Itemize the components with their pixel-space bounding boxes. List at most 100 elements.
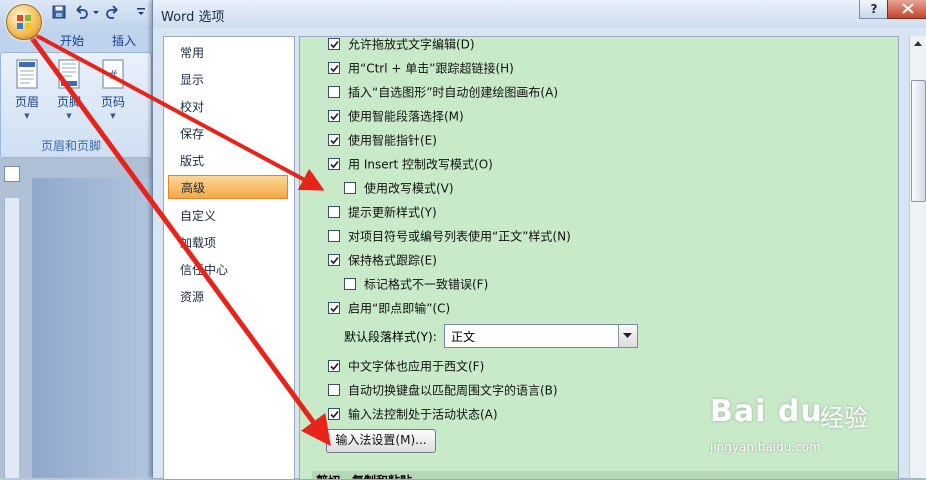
check-icon [330, 64, 339, 72]
scroll-up-button[interactable] [910, 36, 926, 52]
nav-item[interactable]: 校对 [168, 95, 288, 119]
chevron-down-icon: ▼ [24, 112, 30, 120]
option-label: 保持格式跟踪(E) [348, 253, 437, 268]
nav-item[interactable]: 常用 [168, 41, 288, 65]
baidu-jingyan-watermark: Bai du 经验 jingyan.baidu.com [700, 374, 900, 474]
page-number-button[interactable]: # 页码 ▼ [93, 59, 133, 125]
option-row[interactable]: 保持格式跟踪(E) [328, 250, 437, 270]
default-paragraph-style-value: 正文 [451, 330, 476, 344]
nav-item[interactable]: 信任中心 [168, 258, 288, 282]
close-button[interactable] [887, 0, 926, 19]
redo-icon[interactable] [106, 5, 120, 19]
watermark-text: 经验 [820, 404, 868, 432]
option-label: 自动切换键盘以匹配周围文字的语言(B) [348, 383, 558, 398]
office-logo-icon [17, 15, 31, 29]
dropdown-icon[interactable] [92, 5, 100, 19]
option-label: 用 Insert 控制改写模式(O) [348, 157, 493, 172]
footer-label: 页脚 [56, 95, 81, 109]
option-label: 使用改写模式(V) [364, 181, 454, 196]
chevron-down-icon: ▼ [110, 112, 116, 120]
check-icon [330, 112, 339, 120]
checkbox-unchecked[interactable] [328, 229, 340, 242]
checkbox-unchecked[interactable] [344, 277, 356, 290]
tab-insert[interactable]: 插入 [112, 32, 136, 49]
default-paragraph-style-label: 默认段落样式(Y): [344, 330, 437, 344]
checkbox-unchecked[interactable] [328, 85, 340, 98]
option-label: 使用智能指针(E) [348, 133, 437, 148]
scroll-up-icon [914, 41, 922, 46]
option-label: 插入“自选图形”时自动创建绘图画布(A) [348, 85, 559, 100]
checkbox-checked[interactable] [328, 157, 340, 170]
option-row[interactable]: 标记格式不一致错误(F) [344, 274, 488, 294]
word-window: 开始 插入 页眉 ▼ 页脚 ▼ # 页码 ▼ 页眉和页脚 [0, 0, 160, 478]
dropdown-button[interactable] [618, 325, 637, 347]
options-nav: 常用显示校对保存版式 高级自定义加载项信任中心资源 [163, 36, 295, 480]
option-row[interactable]: 启用“即点即输”(C) [328, 298, 450, 318]
option-row[interactable]: 用“Ctrl + 单击”跟踪超链接(H) [328, 58, 514, 78]
checkbox-unchecked[interactable] [344, 181, 356, 194]
tab-selector-icon[interactable] [4, 166, 20, 182]
watermark-url: jingyan.baidu.com [710, 440, 821, 454]
ime-settings-button[interactable]: 输入法设置(M)... [326, 429, 436, 453]
option-row[interactable]: 对项目符号或编号列表使用“正文”样式(N) [328, 226, 571, 246]
scroll-thumb[interactable] [911, 80, 926, 202]
checkbox-checked[interactable] [328, 109, 340, 122]
option-row[interactable]: 提示更新样式(Y) [328, 202, 437, 222]
option-label: 允许拖放式文字编辑(D) [348, 37, 475, 52]
option-row[interactable]: 允许拖放式文字编辑(D) [328, 37, 475, 54]
checkbox-checked[interactable] [328, 407, 340, 420]
chevron-down-icon [623, 333, 632, 338]
checkbox-unchecked[interactable] [328, 383, 340, 396]
vertical-scrollbar[interactable] [909, 36, 926, 478]
nav-item[interactable]: 自定义 [168, 204, 288, 228]
dialog-title: Word 选项 [161, 10, 225, 25]
svg-text:#: # [108, 68, 118, 82]
group-label: 页眉和页脚 [40, 139, 101, 153]
nav-item[interactable]: 加载项 [168, 231, 288, 255]
checkbox-checked[interactable] [328, 301, 340, 314]
tab-home[interactable]: 开始 [60, 32, 84, 49]
footer-button[interactable]: 页脚 ▼ [49, 59, 89, 125]
save-icon[interactable] [52, 5, 66, 19]
page-number-label: 页码 [100, 95, 125, 109]
default-paragraph-style-select[interactable]: 正文 [444, 324, 638, 348]
nav-item[interactable]: 显示 [168, 68, 288, 92]
watermark-logo: Bai du [710, 394, 823, 429]
option-label: 对项目符号或编号列表使用“正文”样式(N) [348, 229, 571, 244]
option-label: 提示更新样式(Y) [348, 205, 437, 220]
option-label: 使用智能段落选择(M) [348, 109, 464, 124]
checkbox-checked[interactable] [328, 37, 340, 50]
option-row[interactable]: 中文字体也应用于西文(F) [328, 356, 484, 376]
option-row[interactable]: 输入法控制处于活动状态(A) [328, 404, 498, 424]
checkbox-checked[interactable] [328, 133, 340, 146]
check-icon [330, 362, 339, 370]
page-number-icon: # [102, 59, 124, 89]
nav-item[interactable]: 保存 [168, 122, 288, 146]
nav-item[interactable]: 版式 [168, 149, 288, 173]
header-icon [16, 59, 38, 89]
nav-item[interactable]: 资源 [168, 285, 288, 309]
option-row[interactable]: 使用智能指针(E) [328, 130, 437, 150]
help-button[interactable]: ? [859, 0, 889, 19]
option-row[interactable]: 自动切换键盘以匹配周围文字的语言(B) [328, 380, 558, 400]
checkbox-checked[interactable] [328, 359, 340, 372]
dialog-titlebar[interactable]: Word 选项 ? [153, 0, 926, 28]
customize-toolbar-icon[interactable] [136, 5, 146, 19]
checkbox-checked[interactable] [328, 253, 340, 266]
header-button[interactable]: 页眉 ▼ [7, 59, 47, 125]
checkbox-unchecked[interactable] [328, 205, 340, 218]
nav-item[interactable]: 高级 [168, 175, 288, 199]
document-area [0, 158, 160, 478]
vertical-ruler [4, 198, 19, 478]
undo-icon[interactable] [74, 5, 88, 19]
option-label: 输入法控制处于活动状态(A) [348, 407, 498, 422]
option-row[interactable]: 使用改写模式(V) [344, 178, 454, 198]
option-row[interactable]: 用 Insert 控制改写模式(O) [328, 154, 493, 174]
option-row[interactable]: 插入“自选图形”时自动创建绘图画布(A) [328, 82, 558, 102]
close-icon [902, 3, 914, 14]
option-row[interactable]: 使用智能段落选择(M) [328, 106, 464, 126]
check-icon [330, 40, 339, 48]
checkbox-checked[interactable] [328, 61, 340, 74]
document-page[interactable] [32, 178, 160, 478]
office-button[interactable] [6, 4, 42, 40]
